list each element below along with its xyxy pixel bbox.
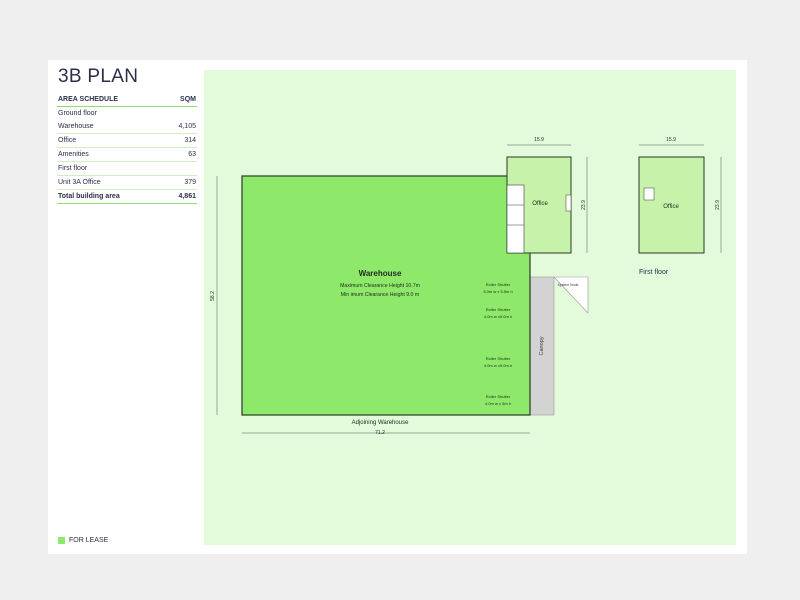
stair-icon <box>643 187 655 201</box>
office-height-dimension: 23.9 <box>581 200 587 210</box>
schedule-row: Amenities 63 <box>57 147 197 162</box>
schedule-header-label: AREA SCHEDULE <box>57 93 165 107</box>
schedule-total-value: 4,861 <box>164 189 197 204</box>
page-title: 3B PLAN <box>58 66 139 87</box>
clearance-min-label: Min imum Clearance Height 9.0 m <box>341 292 419 298</box>
office-label: Office <box>532 201 548 207</box>
ff-height-dimension: 23.9 <box>715 200 721 210</box>
schedule-row-value: 379 <box>164 175 197 190</box>
schedule-row: Office 314 <box>57 133 197 148</box>
schedule-section-ground: Ground floor <box>57 107 197 121</box>
ground-floor-heading: Ground floor <box>58 110 97 117</box>
shutter-size: 4.0m w x 5m h <box>485 401 511 406</box>
schedule-row-label: Office <box>57 133 165 148</box>
amenities-block <box>506 184 525 254</box>
shutter-title: Roller Shutter <box>486 356 511 361</box>
legend: FOR LEASE <box>58 537 108 544</box>
warehouse-label: Warehouse <box>359 269 402 278</box>
clearance-max-label: Maximum Clearance Height 10.7m <box>340 283 420 289</box>
schedule-section-first: First floor <box>57 161 197 176</box>
width-dimension: 71.2 <box>375 430 385 436</box>
schedule-row: Warehouse 4,105 <box>57 120 197 134</box>
schedule-row-value: 4,105 <box>164 120 197 134</box>
adjoining-label: Adjoining Warehouse <box>352 420 409 426</box>
legend-label: FOR LEASE <box>69 537 109 544</box>
schedule-row-value: 63 <box>164 147 197 162</box>
schedule-total-label: Total building area <box>57 189 165 204</box>
schedule-row-value: 314 <box>164 133 197 148</box>
floor-plan: Warehouse Maximum Clearance Height 10.7m… <box>210 137 722 436</box>
height-dimension: 58.2 <box>210 291 216 301</box>
shutter-title: Roller Shutter <box>486 394 511 399</box>
schedule-total-row: Total building area 4,861 <box>57 189 197 204</box>
first-floor-office-label: Office <box>663 204 679 210</box>
ff-width-dimension: 15.9 <box>666 137 676 143</box>
schedule-header-row: AREA SCHEDULE SQM <box>57 93 197 107</box>
first-floor-heading: First floor <box>57 161 197 176</box>
canopy-label: Canopy <box>539 336 545 355</box>
shutter-size: 4.0m w x5.0m h <box>484 314 512 319</box>
shutter-size: 4.0m w x5.0m h <box>484 363 512 368</box>
legend-swatch <box>58 537 65 544</box>
schedule-row-label: Warehouse <box>57 120 165 134</box>
schedule-row: Unit 3A Office 379 <box>57 175 197 190</box>
area-schedule-table: AREA SCHEDULE SQM Ground floor Warehouse… <box>57 93 197 204</box>
schedule-header-unit: SQM <box>164 93 197 107</box>
schedule-row-label: Unit 3A Office <box>57 175 165 190</box>
stair-icon <box>565 194 572 212</box>
system-node-label: System Node <box>557 283 578 287</box>
shutter-title: Roller Shutter <box>486 307 511 312</box>
shutter-title: Roller Shutter <box>486 282 511 287</box>
first-floor-caption: First floor <box>639 269 669 276</box>
schedule-row-label: Amenities <box>57 147 165 162</box>
shutter-size: 5.0m w x 5.5m h <box>483 289 512 294</box>
office-width-dimension: 15.9 <box>534 137 544 143</box>
